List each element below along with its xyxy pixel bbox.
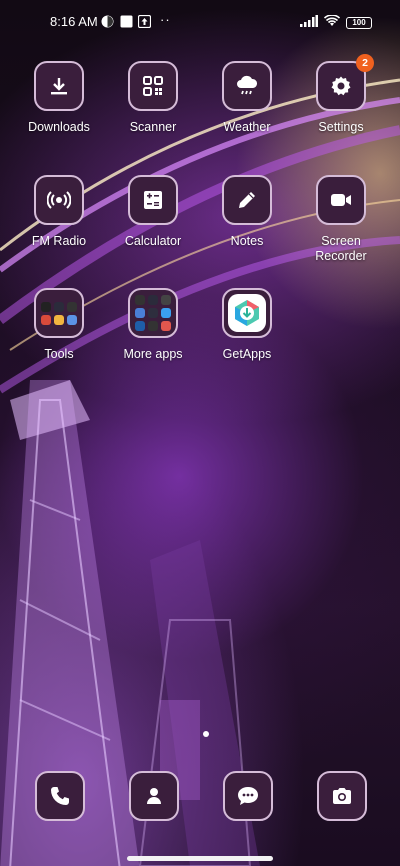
radio-icon [34, 175, 84, 225]
app-settings[interactable]: 2 Settings [293, 54, 389, 135]
dock-contacts[interactable] [129, 771, 179, 821]
dock-messaging[interactable] [223, 771, 273, 821]
app-label: More apps [123, 347, 183, 361]
folder-more-apps[interactable]: More apps [105, 288, 201, 362]
camera-icon [317, 771, 367, 821]
app-label: GetApps [222, 347, 272, 361]
page-indicator [203, 731, 209, 737]
cast-icon [101, 15, 114, 28]
folder-icon [128, 288, 178, 338]
app-screen-recorder[interactable]: Screen Recorder [293, 175, 389, 264]
calculator-icon [128, 175, 178, 225]
contact-icon [129, 771, 179, 821]
status-time: 8:16 AM [50, 14, 98, 29]
app-label: Weather [223, 120, 271, 134]
wifi-icon [323, 14, 341, 30]
app-label: Downloads [28, 120, 90, 134]
app-downloads[interactable]: Downloads [11, 61, 107, 135]
status-bar: 8:16 AM ·· 100 [0, 12, 400, 32]
app-label-line2: Recorder [315, 249, 367, 263]
download-icon [34, 61, 84, 111]
qr-scanner-icon [128, 61, 178, 111]
app-label-line1: Screen [321, 234, 361, 248]
app-label: Notes [230, 234, 264, 248]
folder-icon [34, 288, 84, 338]
app-fm-radio[interactable]: FM Radio [11, 175, 107, 249]
app-weather[interactable]: Weather [199, 61, 295, 135]
getapps-logo [228, 294, 266, 332]
phone-icon [35, 771, 85, 821]
battery-icon: 100 [346, 16, 372, 29]
dock-camera[interactable] [317, 771, 367, 821]
app-label: Settings [318, 120, 364, 134]
pencil-icon [222, 175, 272, 225]
folder-tools[interactable]: Tools [11, 288, 107, 362]
app-label: FM Radio [31, 234, 87, 248]
cloud-rain-icon [222, 61, 272, 111]
app-getapps[interactable]: GetApps [199, 288, 295, 362]
signal-icon [300, 15, 318, 30]
app-scanner[interactable]: Scanner [105, 61, 201, 135]
app-notes[interactable]: Notes [199, 175, 295, 249]
app-calculator[interactable]: Calculator [105, 175, 201, 249]
dock-phone[interactable] [35, 771, 85, 821]
app-label: Calculator [124, 234, 182, 248]
chat-bubble-icon [223, 771, 273, 821]
home-gesture-handle[interactable] [127, 856, 273, 861]
video-camera-icon [316, 175, 366, 225]
gear-icon: 2 [316, 54, 374, 111]
app-label: Tools [44, 347, 74, 361]
app-label: Screen Recorder [293, 234, 389, 264]
app-label: Scanner [129, 120, 177, 134]
upload-icon [137, 14, 152, 29]
getapps-icon [222, 288, 272, 338]
more-notifications-indicator: ·· [160, 12, 171, 27]
notification-badge: 2 [356, 54, 374, 72]
image-icon [120, 15, 133, 28]
status-right: 100 [300, 14, 372, 30]
